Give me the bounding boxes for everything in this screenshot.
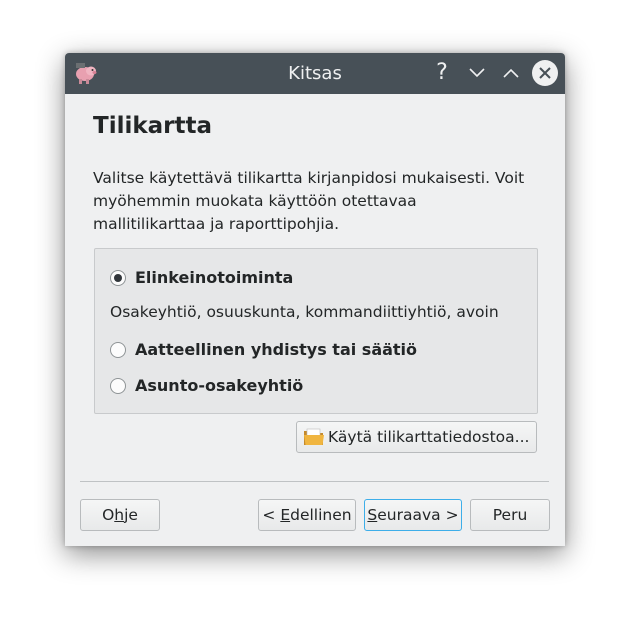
wizard-page: Tilikartta Valitse käytettävä tilikartta… <box>65 94 565 546</box>
close-icon[interactable] <box>532 60 558 86</box>
page-description: Valitse käytettävä tilikartta kirjanpido… <box>93 169 525 233</box>
footer-separator <box>80 481 549 482</box>
use-chart-file-button[interactable]: Käytä tilikarttatiedostoa... <box>296 421 537 453</box>
folder-open-icon <box>304 428 324 445</box>
titlebar[interactable]: Kitsas ? <box>65 53 565 94</box>
help-button[interactable]: Oh je <box>80 499 160 531</box>
next-button[interactable]: Seuraava > <box>364 499 462 531</box>
previous-button[interactable]: < Edellinen <box>258 499 356 531</box>
window-title: Kitsas <box>288 63 342 84</box>
cancel-button[interactable]: Peru <box>470 499 550 531</box>
next-button-mnemonic: S <box>367 506 378 524</box>
radio-checked[interactable] <box>110 269 126 286</box>
next-button-label-end: euraava > <box>377 506 459 524</box>
wizard-dialog: Kitsas ? Tilikartta Valitse käytettävä t… <box>65 53 565 546</box>
option-elinkeinotoiminta[interactable]: Elinkeinotoiminta <box>110 268 293 287</box>
option-description: Osakeyhtiö, osuuskunta, kommandiittiyhti… <box>110 303 499 321</box>
page-title: Tilikartta <box>93 113 213 139</box>
cancel-button-label: Peru <box>492 506 528 524</box>
option-label: Aatteellinen yhdistys tai säätiö <box>135 340 418 359</box>
help-button-mnemonic: h <box>114 506 125 524</box>
option-label: Elinkeinotoiminta <box>135 268 294 287</box>
minimize-icon[interactable] <box>465 61 489 85</box>
previous-button-mnemonic: E <box>280 506 291 524</box>
use-chart-file-label: Käytä tilikarttatiedostoa... <box>328 428 530 446</box>
dialog-shadow: Kitsas ? Tilikartta Valitse käytettävä t… <box>65 53 565 546</box>
previous-button-label-start: < <box>262 506 281 524</box>
option-asunto-osakeyhtio[interactable]: Asunto-osakeyhtiö <box>110 376 303 395</box>
chart-type-group: Elinkeinotoiminta Osakeyhtiö, osuuskunta… <box>94 248 538 414</box>
radio-unchecked[interactable] <box>110 377 126 394</box>
help-button-label-start: O <box>102 506 115 524</box>
help-icon[interactable]: ? <box>430 61 454 85</box>
help-button-label-end: je <box>124 506 138 524</box>
option-label: Asunto-osakeyhtiö <box>135 376 304 395</box>
maximize-icon[interactable] <box>499 61 523 85</box>
radio-unchecked[interactable] <box>110 341 126 358</box>
option-aatteellinen-yhdistys[interactable]: Aatteellinen yhdistys tai säätiö <box>110 340 417 359</box>
previous-button-label-end: dellinen <box>290 506 352 524</box>
